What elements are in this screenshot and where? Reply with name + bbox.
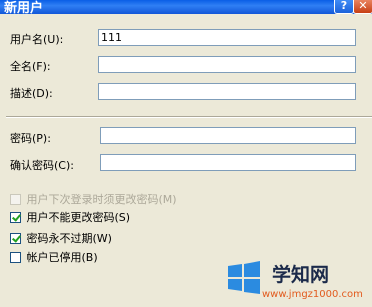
must-change-password-label: 用户下次登录时须更改密码(M) <box>26 193 177 206</box>
password-label: 密码(P): <box>10 132 51 145</box>
help-icon: ? <box>340 0 348 12</box>
title-bar: 新用户 ? ✕ <box>0 0 372 16</box>
separator <box>6 116 372 118</box>
username-label: 用户名(U): <box>10 33 64 46</box>
cannot-change-password-label: 用户不能更改密码(S) <box>26 211 131 224</box>
confirm-password-field[interactable] <box>100 154 356 171</box>
cannot-change-password-option[interactable]: 用户不能更改密码(S) <box>10 209 130 225</box>
close-icon: ✕ <box>358 0 368 12</box>
windows-logo-icon <box>228 261 260 294</box>
must-change-password-checkbox <box>10 194 21 205</box>
username-field[interactable] <box>98 29 356 46</box>
account-disabled-checkbox[interactable] <box>10 252 21 263</box>
watermark: 学知网 www.jmgz1000.com <box>224 258 372 307</box>
confirm-password-label: 确认密码(C): <box>10 159 74 172</box>
help-button[interactable]: ? <box>334 0 354 14</box>
close-button[interactable]: ✕ <box>353 0 372 14</box>
cannot-change-password-checkbox[interactable] <box>10 212 21 223</box>
fullname-label: 全名(F): <box>10 60 51 73</box>
description-field[interactable] <box>98 83 356 100</box>
account-disabled-label: 帐户已停用(B) <box>26 251 98 264</box>
watermark-url: www.jmgz1000.com <box>262 289 363 300</box>
window-title: 新用户 <box>4 1 44 16</box>
password-never-expires-option[interactable]: 密码永不过期(W) <box>10 230 112 246</box>
fullname-field[interactable] <box>98 56 356 73</box>
password-never-expires-label: 密码永不过期(W) <box>26 232 112 245</box>
watermark-text: 学知网 <box>272 264 330 286</box>
password-never-expires-checkbox[interactable] <box>10 233 21 244</box>
must-change-password-option: 用户下次登录时须更改密码(M) <box>10 191 177 207</box>
password-field[interactable] <box>100 127 356 144</box>
description-label: 描述(D): <box>10 87 53 100</box>
account-disabled-option[interactable]: 帐户已停用(B) <box>10 249 98 265</box>
